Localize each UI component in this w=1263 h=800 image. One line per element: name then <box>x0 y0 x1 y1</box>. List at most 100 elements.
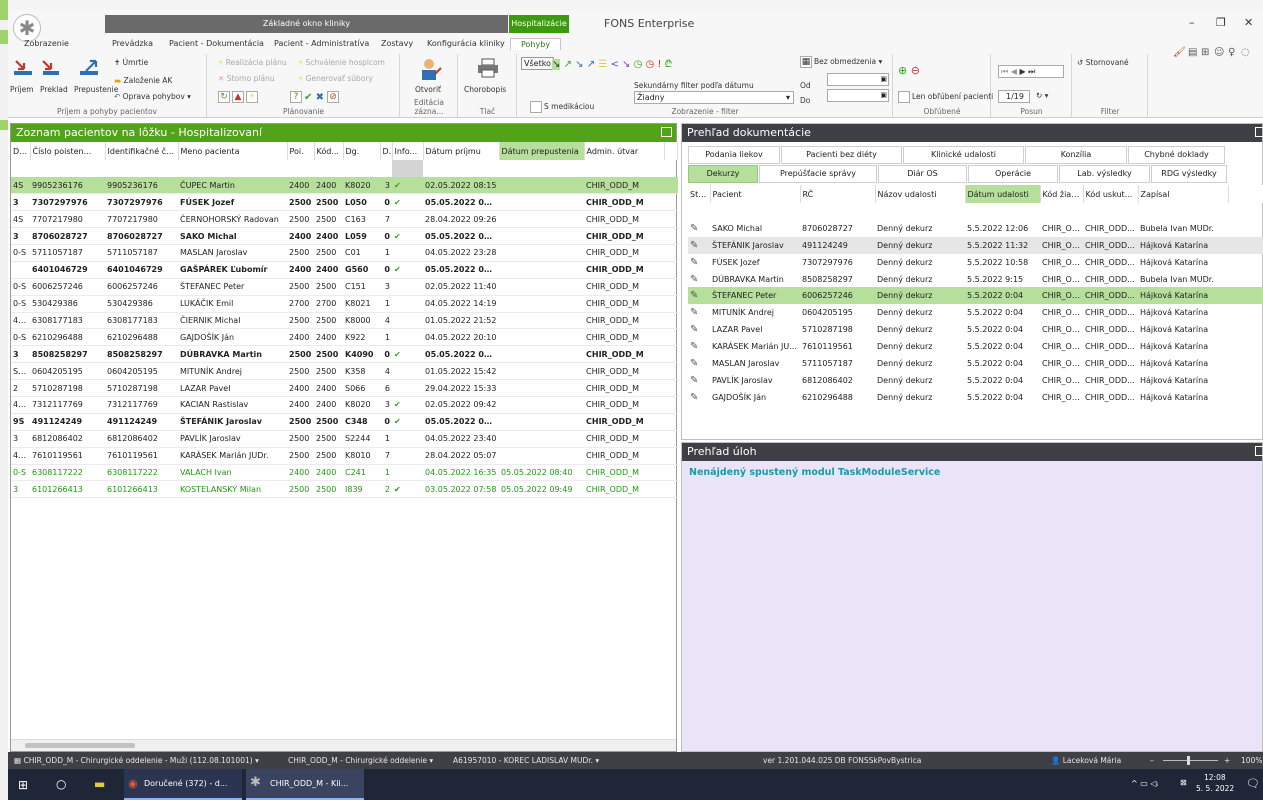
filter-cell[interactable] <box>664 160 678 177</box>
filter-cell[interactable] <box>1083 203 1138 220</box>
patients-col-header[interactable]: D.. <box>380 142 393 160</box>
maximize-icon[interactable] <box>1255 127 1263 137</box>
table-row[interactable]: 3 8508258297 8508258297 DÚBRAVKA Martin 2500… <box>11 346 678 363</box>
zoom-slider-thumb[interactable] <box>1187 756 1190 765</box>
edit-doc-icon[interactable]: ✎ <box>688 321 710 338</box>
minimize-icon[interactable]: – <box>1189 16 1195 29</box>
documents-col-header[interactable]: Názov udalosti <box>875 185 966 203</box>
umrtie-button[interactable]: ✝ Úmrtie <box>114 58 148 67</box>
do-date-input[interactable]: ▣ <box>827 89 889 102</box>
patients-col-header[interactable]: Meno pacienta <box>178 142 288 160</box>
filter-cell[interactable] <box>105 160 178 177</box>
notifications-icon[interactable]: 🗨 <box>1246 777 1260 790</box>
table-row[interactable]: ✎ DÚBRAVKA Martin 8508258297 Denný dekurz 5.… <box>688 271 1263 288</box>
table-row[interactable]: 2 5710287198 5710287198 LAZAR Pavel 2400 2400… <box>11 380 678 397</box>
doc-tab[interactable]: RDG výsledky <box>1151 165 1227 183</box>
status-user[interactable]: 👤 Laceková Mária <box>1051 752 1121 769</box>
zoom-out-icon[interactable]: – <box>1150 752 1154 769</box>
otvorit-button[interactable]: Otvoriť <box>415 85 441 94</box>
chorobopis-button[interactable]: Chorobopis <box>464 85 506 94</box>
maximize-icon[interactable] <box>661 127 672 137</box>
doc-tab[interactable]: Lab. výsledky <box>1059 165 1150 183</box>
filter-cell[interactable] <box>423 160 499 177</box>
filter-cell[interactable] <box>178 160 287 177</box>
documents-col-header[interactable]: Pacient <box>710 185 801 203</box>
filter-cell[interactable] <box>11 160 30 177</box>
table-row[interactable]: 6401046729 6401046729 GAŠPÁREK Ľubomír 2400… <box>11 261 678 279</box>
tray-icons[interactable]: ^ ▭ ◁ᵢ <box>1131 779 1158 788</box>
maximize-icon[interactable] <box>1255 446 1263 456</box>
table-row[interactable]: ✎ FÚSEK Jozef 7307297976 Denný dekurz 5.5.20… <box>688 254 1263 271</box>
edit-doc-icon[interactable]: ✎ <box>688 287 710 305</box>
filter-cell[interactable] <box>710 203 800 220</box>
tab-zobrazenie[interactable]: Zobrazenie <box>24 39 69 48</box>
paint-icon[interactable]: 🖌 <box>1173 47 1186 58</box>
table-row[interactable]: 4ST/963081771836308177183ČIERNIK Michal2… <box>11 312 678 329</box>
filter-cell[interactable] <box>688 203 710 220</box>
edit-doc-icon[interactable]: ✎ <box>688 220 710 237</box>
layout-icon[interactable]: ▤ <box>1188 47 1197 58</box>
plan-toolbar-right[interactable]: ? ✔ ✖ ⊘ <box>290 91 341 103</box>
taskbar-fons[interactable]: ✱ CHIR_ODD_M - Kli... <box>246 769 364 800</box>
status-department[interactable]: ▦ CHIR_ODD_M - Chirurgické oddelenie - M… <box>14 752 259 769</box>
close-icon[interactable]: ✕ <box>1244 16 1253 29</box>
doc-tab[interactable]: Prepúšťacie správy <box>759 165 877 183</box>
filter-cell[interactable] <box>1138 203 1228 220</box>
bulb-icon[interactable]: ♀ <box>1228 47 1235 58</box>
help-icon[interactable]: ◌ <box>1241 47 1250 58</box>
table-row[interactable]: ✎ MASLAN Jaroslav 5711057187 Denný dekurz 5.… <box>688 355 1263 372</box>
smile-icon[interactable]: ☺ <box>1214 47 1224 58</box>
documents-col-header[interactable]: Kód žiada... <box>1040 185 1084 203</box>
search-icon[interactable]: ○ <box>56 777 66 791</box>
filter-cell[interactable] <box>1040 203 1083 220</box>
documents-col-header[interactable]: RČ <box>800 185 876 203</box>
sek-filter-select[interactable]: Žiadny ▾ <box>634 91 794 104</box>
table-row[interactable]: 0-S 6210296488 6210296488 GAJDOŠÍK Ján 2400 2… <box>11 329 678 346</box>
filter-icons[interactable]: ↘ ↗ ↘ ↗ ☰ < ↘ ◷ ◷ ! ₾ <box>552 56 672 70</box>
restore-icon[interactable]: ❐ <box>1216 16 1226 29</box>
patients-col-header[interactable]: Kód... <box>314 142 344 160</box>
scrollbar-thumb[interactable] <box>25 743 135 748</box>
generovat-subory-button[interactable]: ⚡ Generovať súbory <box>298 74 373 83</box>
tab-pacient-dokumentacia[interactable]: Pacient - Dokumentácia <box>169 39 264 48</box>
patients-col-header[interactable]: Dátum prepustenia <box>499 142 585 160</box>
patients-col-header[interactable]: Admin. útvar <box>584 142 665 160</box>
page-input[interactable]: 1/19 <box>998 90 1030 103</box>
refresh-button[interactable]: ↻ ▾ <box>1036 91 1048 100</box>
filter-cell[interactable] <box>875 203 965 220</box>
edit-doc-icon[interactable]: ✎ <box>688 271 710 288</box>
stornovane-button[interactable]: ↺ Stornované <box>1077 58 1129 67</box>
filter-cell[interactable] <box>287 160 314 177</box>
preklad-button[interactable]: Preklad <box>40 85 68 94</box>
zoom-slider[interactable] <box>1163 756 1218 765</box>
documents-col-header[interactable]: Dátum udalosti <box>965 185 1041 203</box>
vsetko-toggle[interactable]: Všetko <box>521 57 554 70</box>
filter-cell[interactable] <box>800 203 875 220</box>
status-ward[interactable]: CHIR_ODD_M - Chirurgické oddelenie ▾ <box>288 752 433 769</box>
edit-doc-icon[interactable]: ✎ <box>688 355 710 372</box>
bez-obmedzenia-select[interactable]: ▦ Bez obmedzenia ▾ <box>800 56 882 68</box>
taskbar-chrome[interactable]: ◉ Doručené (372) - d... <box>124 769 242 800</box>
filter-row[interactable] <box>11 160 678 177</box>
table-row[interactable]: 3 6812086402 6812086402 PAVLÍK Jaroslav 2500… <box>11 430 678 448</box>
patients-col-header[interactable]: Identifikačné čí... <box>105 142 179 160</box>
ime-icon[interactable]: ⊠ <box>1180 778 1187 787</box>
doc-tab[interactable]: Chybné doklady <box>1128 146 1225 164</box>
table-row[interactable]: S/BLK06042051950604205195MITUNÍK Andrej2… <box>11 363 678 380</box>
table-row[interactable]: 0-S 5711057187 5711057187 MASLAN Jaroslav 25… <box>11 244 678 262</box>
filter-row[interactable] <box>688 203 1263 220</box>
tab-konfiguracia[interactable]: Konfigurácia kliniky <box>427 39 505 48</box>
edit-doc-icon[interactable]: ✎ <box>688 338 710 355</box>
table-row[interactable]: 4S 9905236176 9905236176 ČUPEC Martin 2400 24… <box>11 176 678 194</box>
tab-pacient-administrativa[interactable]: Pacient - Administratíva <box>274 39 369 48</box>
table-row[interactable]: 4ST/973121177697312117769KACIAN Rastisla… <box>11 396 678 414</box>
table-row[interactable]: ✎ ŠTEFÁNIK Jaroslav 491124249 Denný dekurz 5… <box>688 236 1263 254</box>
edit-doc-icon[interactable]: ✎ <box>688 389 710 406</box>
table-row[interactable]: ✎ SAKO Michal 8706028727 Denný dekurz 5.5.20… <box>688 220 1263 237</box>
doc-tab[interactable]: Diár OS <box>878 165 967 183</box>
table-row[interactable]: 3 7307297976 7307297976 FÚSEK Jozef 2500 2500… <box>11 194 678 211</box>
app-logo[interactable]: ✱ <box>13 14 41 42</box>
oblubene-buttons[interactable]: ⊕ ⊖ <box>898 64 920 77</box>
patients-col-header[interactable]: Diéta <box>11 142 31 160</box>
prepustenie-button[interactable]: Prepustenie <box>74 85 118 94</box>
